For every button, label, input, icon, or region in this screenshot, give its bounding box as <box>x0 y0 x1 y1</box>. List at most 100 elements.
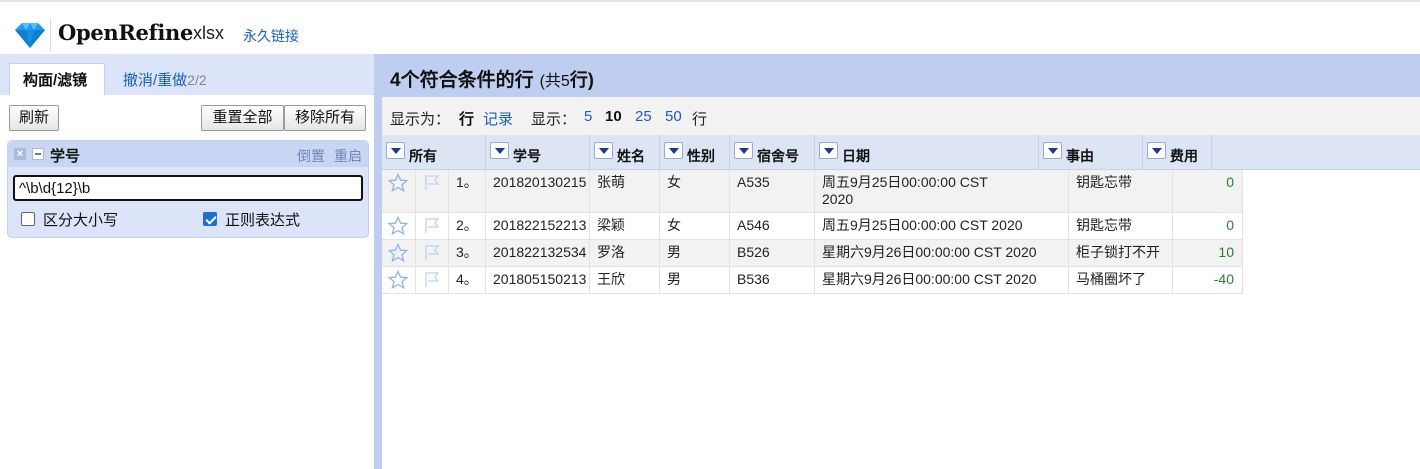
page-size-label: 显示： <box>531 111 577 128</box>
page-size-50[interactable]: 50 <box>665 108 682 125</box>
column-name: 宿舍号 <box>757 148 799 164</box>
tab-undo-redo-label: 撤消/重做 <box>123 72 188 89</box>
row-index: 4。 <box>449 267 486 294</box>
tab-undo-redo[interactable]: 撤消/重做2/2 <box>123 69 207 90</box>
facet-invert-link[interactable]: 倒置 <box>297 146 325 166</box>
flag-icon[interactable] <box>422 270 442 290</box>
column-header-id[interactable]: 学号 <box>486 135 590 170</box>
cell-id[interactable]: 201820130215 <box>486 170 590 213</box>
table-row[interactable]: 1。 201820130215 张萌 女 A535 周五9月25日00:00:0… <box>382 170 1243 213</box>
star-icon[interactable] <box>388 216 408 236</box>
dropdown-arrow-icon[interactable] <box>490 142 509 159</box>
app-name[interactable]: OpenRefine <box>58 20 193 45</box>
close-icon[interactable]: × <box>14 148 26 160</box>
reset-all-button[interactable]: 重置全部 <box>201 105 284 131</box>
cell-gender[interactable]: 女 <box>660 213 730 240</box>
star-cell <box>382 240 416 267</box>
refresh-button[interactable]: 刷新 <box>9 105 59 131</box>
table-row[interactable]: 2。 201822152213 梁颖 女 A546 周五9月25日00:00:0… <box>382 213 1243 240</box>
table-row[interactable]: 3。 201822132534 罗洛 男 B526 星期六9月26日00:00:… <box>382 240 1243 267</box>
cell-id[interactable]: 201805150213 <box>486 267 590 294</box>
filter-pattern-input[interactable] <box>13 175 363 201</box>
checkbox-unchecked-icon[interactable] <box>21 212 35 226</box>
cell-date[interactable]: 星期六9月26日00:00:00 CST 2020 <box>815 240 1069 267</box>
view-options-bar: 显示为： 行 记录 显示： 5 10 25 50 行 <box>382 97 1420 135</box>
column-header-fee[interactable]: 费用 <box>1143 135 1212 170</box>
dropdown-arrow-icon[interactable] <box>819 142 838 159</box>
cell-reason[interactable]: 柜子锁打不开 <box>1069 240 1173 267</box>
total-rows: (共5行) <box>540 70 594 90</box>
row-index: 3。 <box>449 240 486 267</box>
page-size-10[interactable]: 10 <box>605 108 622 125</box>
cell-date[interactable]: 周五9月25日00:00:00 CST 2020 <box>815 213 1069 240</box>
cell-dorm[interactable]: A546 <box>730 213 815 240</box>
panel-divider[interactable] <box>374 54 382 469</box>
column-name: 姓名 <box>617 148 645 164</box>
cell-fee[interactable]: 0 <box>1173 170 1243 213</box>
cell-gender[interactable]: 男 <box>660 267 730 294</box>
flag-cell <box>416 240 449 267</box>
column-header-dorm[interactable]: 宿舍号 <box>730 135 815 170</box>
cell-fee[interactable]: 0 <box>1173 213 1243 240</box>
remove-all-button[interactable]: 移除所有 <box>284 105 366 131</box>
column-name: 日期 <box>842 148 870 164</box>
dropdown-arrow-icon[interactable] <box>594 142 613 159</box>
dropdown-arrow-icon[interactable] <box>734 142 753 159</box>
star-cell <box>382 213 416 240</box>
column-header-name[interactable]: 姓名 <box>590 135 660 170</box>
dropdown-arrow-icon[interactable] <box>1147 142 1166 159</box>
flag-cell <box>416 213 449 240</box>
column-header-date[interactable]: 日期 <box>815 135 1039 170</box>
star-cell <box>382 267 416 294</box>
data-panel: 4个符合条件的行 (共5行) 显示为： 行 记录 显示： 5 10 25 50 行… <box>382 54 1420 469</box>
show-as-rows[interactable]: 行 <box>459 108 474 129</box>
column-header-all[interactable]: 所有 <box>382 135 486 170</box>
cell-name[interactable]: 王欣 <box>590 267 660 294</box>
cell-gender[interactable]: 女 <box>660 170 730 213</box>
cell-fee[interactable]: 10 <box>1173 240 1243 267</box>
column-header-gender[interactable]: 性别 <box>660 135 730 170</box>
facet-header: × 学号 倒置 重启 <box>8 141 368 167</box>
facet-reset-link[interactable]: 重启 <box>334 146 362 166</box>
show-as-records-link[interactable]: 记录 <box>483 108 513 129</box>
dropdown-arrow-icon[interactable] <box>1043 142 1062 159</box>
column-header-reason[interactable]: 事由 <box>1039 135 1143 170</box>
cell-reason[interactable]: 钥匙忘带 <box>1069 213 1173 240</box>
cell-dorm[interactable]: A535 <box>730 170 815 213</box>
diamond-icon[interactable] <box>13 21 47 49</box>
flag-icon[interactable] <box>422 243 442 263</box>
star-icon[interactable] <box>388 270 408 290</box>
cell-date[interactable]: 周五9月25日00:00:00 CST 2020 <box>815 170 1069 213</box>
star-icon[interactable] <box>388 243 408 263</box>
flag-cell <box>416 170 449 213</box>
cell-date[interactable]: 星期六9月26日00:00:00 CST 2020 <box>815 267 1069 294</box>
permalink-link[interactable]: 永久链接 <box>243 26 299 46</box>
column-name: 学号 <box>513 148 541 164</box>
dropdown-arrow-icon[interactable] <box>386 142 405 159</box>
cell-gender[interactable]: 男 <box>660 240 730 267</box>
cell-fee[interactable]: -40 <box>1173 267 1243 294</box>
app-header: OpenRefine xlsx 永久链接 <box>0 4 1420 54</box>
table-row[interactable]: 4。 201805150213 王欣 男 B536 星期六9月26日00:00:… <box>382 267 1243 294</box>
flag-icon[interactable] <box>422 216 442 236</box>
star-icon[interactable] <box>388 173 408 193</box>
cell-name[interactable]: 梁颖 <box>590 213 660 240</box>
collapse-icon[interactable] <box>32 148 44 160</box>
page-size-25[interactable]: 25 <box>635 108 652 125</box>
row-index: 1。 <box>449 170 486 213</box>
cell-name[interactable]: 罗洛 <box>590 240 660 267</box>
cell-dorm[interactable]: B536 <box>730 267 815 294</box>
project-name[interactable]: xlsx <box>193 23 224 44</box>
checkbox-checked-icon[interactable] <box>203 212 217 226</box>
cell-reason[interactable]: 马桶圈坏了 <box>1069 267 1173 294</box>
cell-reason[interactable]: 钥匙忘带 <box>1069 170 1173 213</box>
tab-facet-filter[interactable]: 构面/滤镜 <box>9 63 105 95</box>
flag-icon[interactable] <box>422 173 442 193</box>
cell-dorm[interactable]: B526 <box>730 240 815 267</box>
left-tabs: 构面/滤镜 撤消/重做2/2 <box>0 54 374 95</box>
cell-id[interactable]: 201822132534 <box>486 240 590 267</box>
cell-id[interactable]: 201822152213 <box>486 213 590 240</box>
dropdown-arrow-icon[interactable] <box>664 142 683 159</box>
cell-name[interactable]: 张萌 <box>590 170 660 213</box>
page-size-5[interactable]: 5 <box>584 108 592 125</box>
